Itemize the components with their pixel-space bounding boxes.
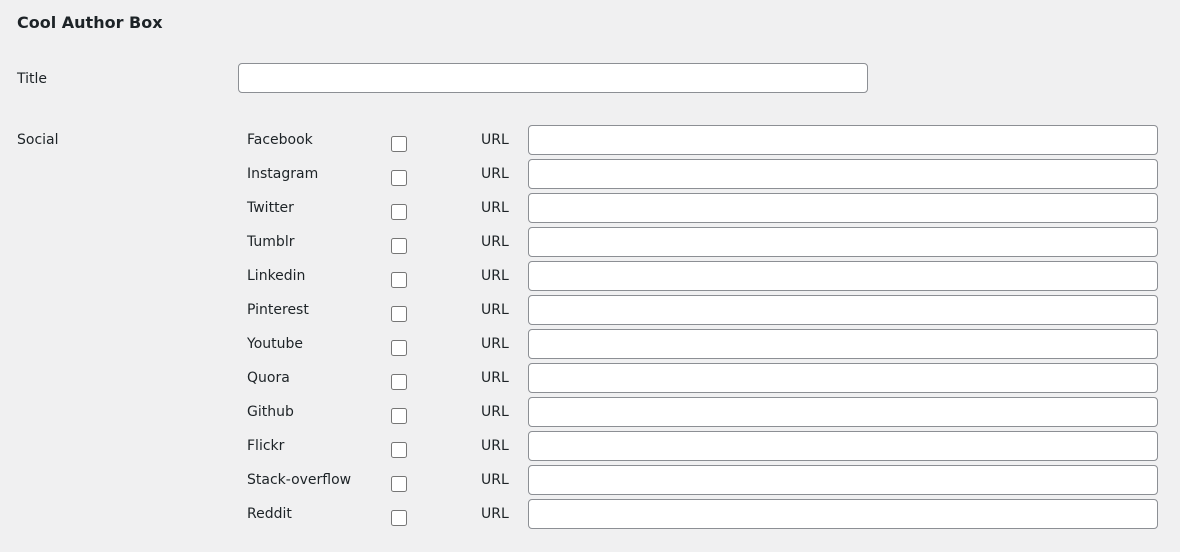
social-row: Facebook URL xyxy=(0,125,1180,159)
url-label: URL xyxy=(481,234,509,250)
network-name: Flickr xyxy=(247,438,285,454)
social-row: Pinterest URL xyxy=(0,295,1180,329)
url-label: URL xyxy=(481,132,509,148)
network-enable-checkbox[interactable] xyxy=(391,272,407,288)
network-url-input[interactable] xyxy=(528,431,1158,461)
network-enable-checkbox[interactable] xyxy=(391,374,407,390)
url-label: URL xyxy=(481,166,509,182)
url-label: URL xyxy=(481,404,509,420)
url-label: URL xyxy=(481,268,509,284)
network-url-input[interactable] xyxy=(528,397,1158,427)
network-url-input[interactable] xyxy=(528,125,1158,155)
network-enable-checkbox[interactable] xyxy=(391,306,407,322)
social-row: Flickr URL xyxy=(0,431,1180,465)
url-label: URL xyxy=(481,370,509,386)
social-network-list: Facebook URL Instagram URL Twitter URL T… xyxy=(0,125,1180,533)
social-row: Quora URL xyxy=(0,363,1180,397)
url-label: URL xyxy=(481,472,509,488)
social-row: Github URL xyxy=(0,397,1180,431)
network-name: Linkedin xyxy=(247,268,306,284)
network-name: Youtube xyxy=(247,336,303,352)
social-row: Stack-overflow URL xyxy=(0,465,1180,499)
network-name: Twitter xyxy=(247,200,294,216)
network-enable-checkbox[interactable] xyxy=(391,204,407,220)
social-row: Twitter URL xyxy=(0,193,1180,227)
network-name: Pinterest xyxy=(247,302,309,318)
network-name: Stack-overflow xyxy=(247,472,352,488)
network-enable-checkbox[interactable] xyxy=(391,476,407,492)
network-enable-checkbox[interactable] xyxy=(391,510,407,526)
network-url-input[interactable] xyxy=(528,465,1158,495)
section-title: Cool Author Box xyxy=(17,13,163,32)
url-label: URL xyxy=(481,200,509,216)
network-url-input[interactable] xyxy=(528,193,1158,223)
network-name: Reddit xyxy=(247,506,292,522)
network-name: Tumblr xyxy=(247,234,295,250)
network-enable-checkbox[interactable] xyxy=(391,408,407,424)
url-label: URL xyxy=(481,302,509,318)
network-url-input[interactable] xyxy=(528,227,1158,257)
network-enable-checkbox[interactable] xyxy=(391,340,407,356)
network-enable-checkbox[interactable] xyxy=(391,136,407,152)
network-name: Github xyxy=(247,404,294,420)
network-url-input[interactable] xyxy=(528,363,1158,393)
network-name: Quora xyxy=(247,370,290,386)
network-url-input[interactable] xyxy=(528,329,1158,359)
social-row: Youtube URL xyxy=(0,329,1180,363)
social-row: Tumblr URL xyxy=(0,227,1180,261)
network-enable-checkbox[interactable] xyxy=(391,442,407,458)
network-url-input[interactable] xyxy=(528,295,1158,325)
network-url-input[interactable] xyxy=(528,261,1158,291)
network-name: Facebook xyxy=(247,132,313,148)
network-enable-checkbox[interactable] xyxy=(391,238,407,254)
social-row: Instagram URL xyxy=(0,159,1180,193)
url-label: URL xyxy=(481,336,509,352)
network-enable-checkbox[interactable] xyxy=(391,170,407,186)
title-input[interactable] xyxy=(238,63,868,93)
network-name: Instagram xyxy=(247,166,319,182)
title-label: Title xyxy=(17,71,48,87)
social-row: Reddit URL xyxy=(0,499,1180,533)
social-row: Linkedin URL xyxy=(0,261,1180,295)
url-label: URL xyxy=(481,438,509,454)
url-label: URL xyxy=(481,506,509,522)
network-url-input[interactable] xyxy=(528,159,1158,189)
settings-panel: Cool Author Box Title Social Facebook UR… xyxy=(0,0,1180,552)
network-url-input[interactable] xyxy=(528,499,1158,529)
